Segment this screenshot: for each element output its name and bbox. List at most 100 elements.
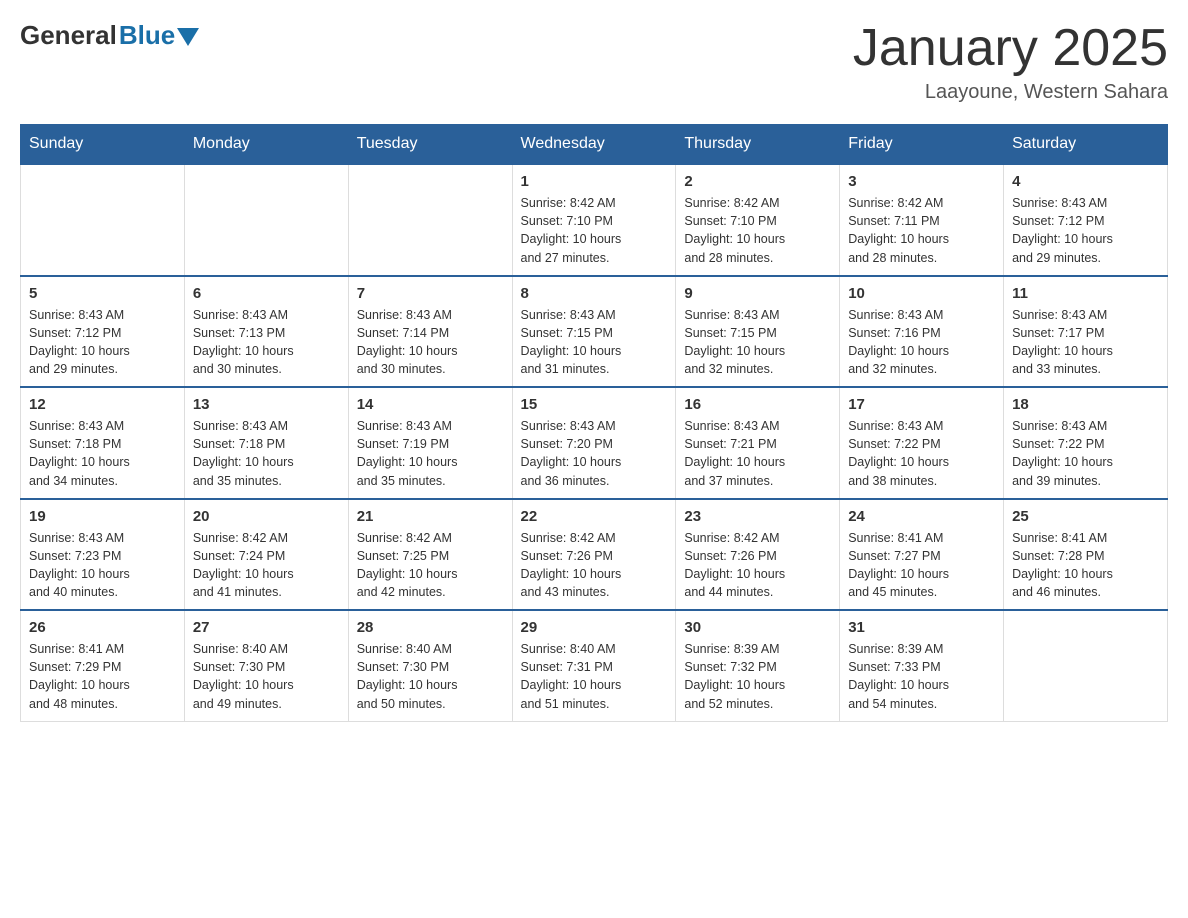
column-header-tuesday: Tuesday (348, 125, 512, 165)
day-cell: 27 Sunrise: 8:40 AMSunset: 7:30 PMDayligh… (184, 610, 348, 721)
day-number: 6 (193, 285, 340, 302)
day-cell: 7Sunrise: 8:43 AMSunset: 7:14 PMDaylight… (348, 276, 512, 388)
day-info: Sunrise: 8:42 AMSunset: 7:11 PMDaylight:… (848, 194, 995, 267)
day-info: Sunrise: 8:43 AMSunset: 7:18 PMDaylight:… (29, 417, 176, 490)
day-cell: 2 Sunrise: 8:42 AMSunset: 7:10 PMDaylight… (676, 164, 840, 276)
day-cell (184, 164, 348, 276)
day-cell: 21 Sunrise: 8:42 AMSunset: 7:25 PMDayligh… (348, 499, 512, 611)
day-info: Sunrise: 8:43 AMSunset: 7:15 PMDaylight:… (684, 306, 831, 379)
day-cell: 5 Sunrise: 8:43 AMSunset: 7:12 PMDaylight… (21, 276, 185, 388)
day-cell: 13Sunrise: 8:43 AMSunset: 7:18 PMDayligh… (184, 387, 348, 499)
month-title: January 2025 (853, 20, 1168, 77)
day-number: 8 (521, 285, 668, 302)
day-cell: 11Sunrise: 8:43 AMSunset: 7:17 PMDayligh… (1004, 276, 1168, 388)
day-number: 9 (684, 285, 831, 302)
day-cell: 17 Sunrise: 8:43 AMSunset: 7:22 PMDayligh… (840, 387, 1004, 499)
day-info: Sunrise: 8:42 AMSunset: 7:26 PMDaylight:… (684, 529, 831, 602)
logo-general: General (20, 20, 117, 51)
day-info: Sunrise: 8:42 AMSunset: 7:10 PMDaylight:… (521, 194, 668, 267)
day-number: 20 (193, 508, 340, 525)
day-cell: 10Sunrise: 8:43 AMSunset: 7:16 PMDayligh… (840, 276, 1004, 388)
week-row-5: 26Sunrise: 8:41 AMSunset: 7:29 PMDayligh… (21, 610, 1168, 721)
week-row-2: 5 Sunrise: 8:43 AMSunset: 7:12 PMDaylight… (21, 276, 1168, 388)
day-number: 11 (1012, 285, 1159, 302)
week-row-4: 19 Sunrise: 8:43 AMSunset: 7:23 PMDayligh… (21, 499, 1168, 611)
day-info: Sunrise: 8:43 AMSunset: 7:12 PMDaylight:… (1012, 194, 1159, 267)
day-info: Sunrise: 8:43 AMSunset: 7:15 PMDaylight:… (521, 306, 668, 379)
column-header-monday: Monday (184, 125, 348, 165)
day-info: Sunrise: 8:42 AMSunset: 7:24 PMDaylight:… (193, 529, 340, 602)
day-cell: 25 Sunrise: 8:41 AMSunset: 7:28 PMDayligh… (1004, 499, 1168, 611)
day-number: 17 (848, 396, 995, 413)
day-number: 15 (521, 396, 668, 413)
day-info: Sunrise: 8:40 AMSunset: 7:31 PMDaylight:… (521, 640, 668, 713)
day-cell: 18 Sunrise: 8:43 AMSunset: 7:22 PMDayligh… (1004, 387, 1168, 499)
day-number: 25 (1012, 508, 1159, 525)
day-info: Sunrise: 8:43 AMSunset: 7:14 PMDaylight:… (357, 306, 504, 379)
day-info: Sunrise: 8:41 AMSunset: 7:29 PMDaylight:… (29, 640, 176, 713)
day-number: 24 (848, 508, 995, 525)
day-cell: 31 Sunrise: 8:39 AMSunset: 7:33 PMDayligh… (840, 610, 1004, 721)
day-number: 30 (684, 619, 831, 636)
day-cell: 3 Sunrise: 8:42 AMSunset: 7:11 PMDaylight… (840, 164, 1004, 276)
day-number: 21 (357, 508, 504, 525)
day-cell: 22 Sunrise: 8:42 AMSunset: 7:26 PMDayligh… (512, 499, 676, 611)
logo: General Blue (20, 20, 199, 51)
day-info: Sunrise: 8:39 AMSunset: 7:33 PMDaylight:… (848, 640, 995, 713)
day-number: 13 (193, 396, 340, 413)
day-number: 5 (29, 285, 176, 302)
day-info: Sunrise: 8:42 AMSunset: 7:25 PMDaylight:… (357, 529, 504, 602)
day-cell: 29 Sunrise: 8:40 AMSunset: 7:31 PMDayligh… (512, 610, 676, 721)
day-cell: 1 Sunrise: 8:42 AMSunset: 7:10 PMDaylight… (512, 164, 676, 276)
day-info: Sunrise: 8:42 AMSunset: 7:10 PMDaylight:… (684, 194, 831, 267)
day-number: 18 (1012, 396, 1159, 413)
day-cell: 24 Sunrise: 8:41 AMSunset: 7:27 PMDayligh… (840, 499, 1004, 611)
day-cell: 16Sunrise: 8:43 AMSunset: 7:21 PMDayligh… (676, 387, 840, 499)
day-cell (1004, 610, 1168, 721)
day-number: 31 (848, 619, 995, 636)
day-cell: 12 Sunrise: 8:43 AMSunset: 7:18 PMDayligh… (21, 387, 185, 499)
day-number: 22 (521, 508, 668, 525)
day-cell: 30 Sunrise: 8:39 AMSunset: 7:32 PMDayligh… (676, 610, 840, 721)
day-cell: 8 Sunrise: 8:43 AMSunset: 7:15 PMDaylight… (512, 276, 676, 388)
day-number: 23 (684, 508, 831, 525)
column-header-sunday: Sunday (21, 125, 185, 165)
title-section: January 2025 Laayoune, Western Sahara (853, 20, 1168, 104)
day-number: 28 (357, 619, 504, 636)
calendar-table: SundayMondayTuesdayWednesdayThursdayFrid… (20, 124, 1168, 722)
day-info: Sunrise: 8:43 AMSunset: 7:22 PMDaylight:… (1012, 417, 1159, 490)
day-info: Sunrise: 8:41 AMSunset: 7:27 PMDaylight:… (848, 529, 995, 602)
day-info: Sunrise: 8:41 AMSunset: 7:28 PMDaylight:… (1012, 529, 1159, 602)
day-info: Sunrise: 8:43 AMSunset: 7:19 PMDaylight:… (357, 417, 504, 490)
day-number: 19 (29, 508, 176, 525)
page-header: General Blue January 2025 Laayoune, West… (20, 20, 1168, 104)
day-number: 2 (684, 173, 831, 190)
column-header-saturday: Saturday (1004, 125, 1168, 165)
day-cell: 28 Sunrise: 8:40 AMSunset: 7:30 PMDayligh… (348, 610, 512, 721)
day-cell: 14 Sunrise: 8:43 AMSunset: 7:19 PMDayligh… (348, 387, 512, 499)
day-info: Sunrise: 8:43 AMSunset: 7:12 PMDaylight:… (29, 306, 176, 379)
day-number: 3 (848, 173, 995, 190)
day-number: 4 (1012, 173, 1159, 190)
day-info: Sunrise: 8:39 AMSunset: 7:32 PMDaylight:… (684, 640, 831, 713)
day-info: Sunrise: 8:43 AMSunset: 7:16 PMDaylight:… (848, 306, 995, 379)
day-info: Sunrise: 8:43 AMSunset: 7:23 PMDaylight:… (29, 529, 176, 602)
day-cell: 9 Sunrise: 8:43 AMSunset: 7:15 PMDaylight… (676, 276, 840, 388)
day-cell: 19 Sunrise: 8:43 AMSunset: 7:23 PMDayligh… (21, 499, 185, 611)
day-info: Sunrise: 8:43 AMSunset: 7:22 PMDaylight:… (848, 417, 995, 490)
day-info: Sunrise: 8:40 AMSunset: 7:30 PMDaylight:… (357, 640, 504, 713)
day-number: 1 (521, 173, 668, 190)
day-number: 12 (29, 396, 176, 413)
day-number: 27 (193, 619, 340, 636)
week-row-1: 1 Sunrise: 8:42 AMSunset: 7:10 PMDaylight… (21, 164, 1168, 276)
week-row-3: 12 Sunrise: 8:43 AMSunset: 7:18 PMDayligh… (21, 387, 1168, 499)
day-cell: 6Sunrise: 8:43 AMSunset: 7:13 PMDaylight… (184, 276, 348, 388)
day-cell (348, 164, 512, 276)
day-info: Sunrise: 8:40 AMSunset: 7:30 PMDaylight:… (193, 640, 340, 713)
day-info: Sunrise: 8:42 AMSunset: 7:26 PMDaylight:… (521, 529, 668, 602)
logo-blue: Blue (119, 20, 175, 51)
day-number: 16 (684, 396, 831, 413)
day-cell: 4 Sunrise: 8:43 AMSunset: 7:12 PMDaylight… (1004, 164, 1168, 276)
day-number: 29 (521, 619, 668, 636)
day-number: 14 (357, 396, 504, 413)
